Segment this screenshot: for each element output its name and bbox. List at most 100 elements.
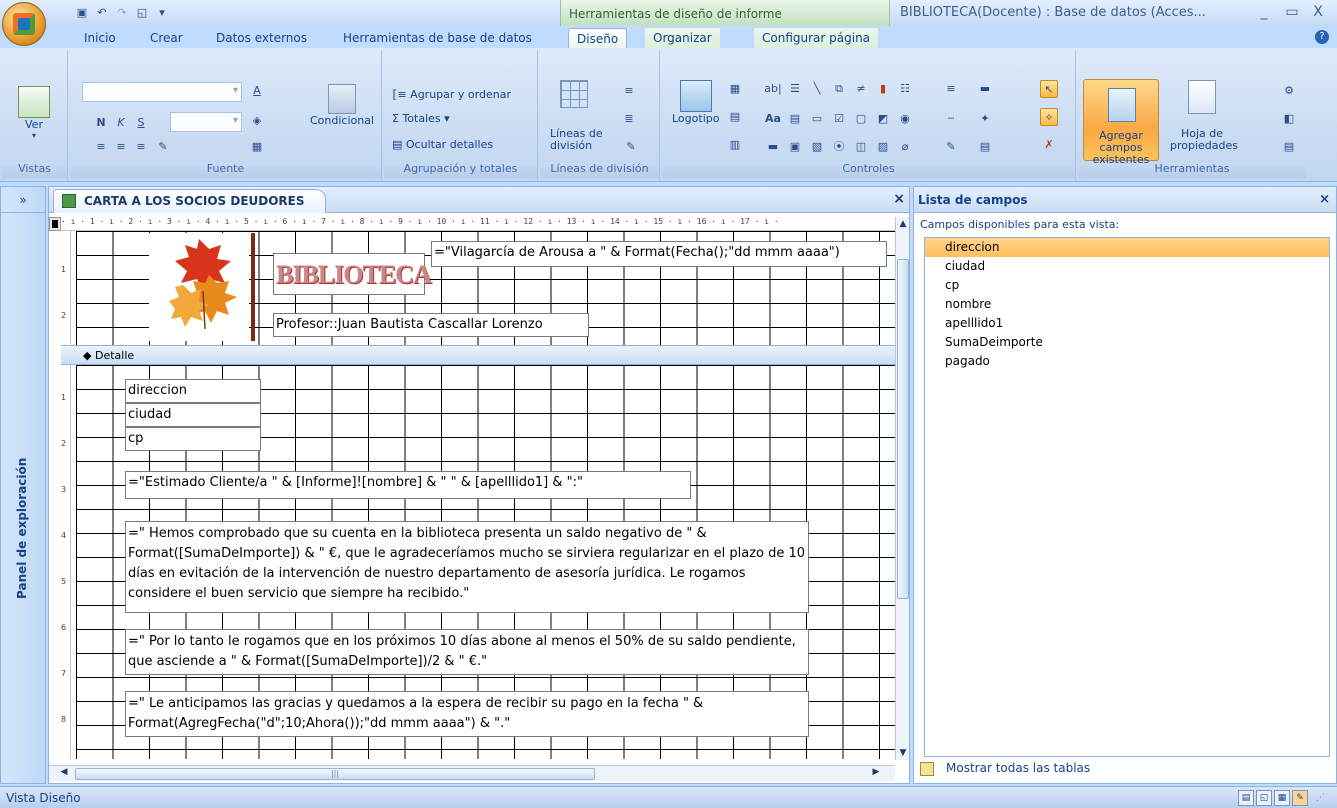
set-control-defaults-icon[interactable]: ▤: [976, 138, 994, 156]
checkbox-icon[interactable]: ☑: [830, 110, 848, 128]
listbox-icon[interactable]: ☰: [786, 80, 804, 98]
special-effect-icon[interactable]: ✦: [976, 110, 994, 128]
detalle-section-bar[interactable]: ◆ Detalle: [61, 345, 895, 365]
print-preview-icon[interactable]: ◱: [134, 6, 150, 20]
field-item-nombre[interactable]: nombre: [925, 295, 1329, 314]
direccion-textbox[interactable]: direccion: [125, 379, 261, 403]
rectangle-icon[interactable]: ▭: [808, 110, 826, 128]
frame-icon[interactable]: ▢: [852, 110, 870, 128]
date-time-icon[interactable]: ▤: [726, 108, 744, 126]
tab-diseno[interactable]: Diseño: [568, 28, 628, 48]
tab-order-icon[interactable]: ⚙: [1280, 82, 1298, 100]
horizontal-scrollbar[interactable]: ◀ ||| ▶: [49, 765, 895, 781]
activex-icon[interactable]: ✗: [1040, 136, 1058, 154]
gridlines-fill-icon[interactable]: ▦: [248, 138, 266, 156]
tab-organizar[interactable]: Organizar: [645, 28, 720, 48]
save-icon[interactable]: ▣: [74, 6, 90, 20]
field-item-cp[interactable]: cp: [925, 276, 1329, 295]
layout-view-icon[interactable]: ▦: [1274, 790, 1290, 806]
option-group-icon[interactable]: ▣: [786, 138, 804, 156]
profesor-label[interactable]: Profesor::Juan Bautista Cascallar Lorenz…: [273, 313, 589, 337]
select-pointer-icon[interactable]: ↖: [1040, 80, 1058, 98]
image-icon[interactable]: ◩: [874, 110, 892, 128]
scroll-thumb[interactable]: [897, 259, 909, 599]
field-item-pagado[interactable]: pagado: [925, 352, 1329, 371]
convert-macros-icon[interactable]: ▤: [1280, 138, 1298, 156]
page-number-icon[interactable]: ▦: [726, 80, 744, 98]
font-name-combo[interactable]: [82, 82, 242, 102]
hscroll-thumb[interactable]: |||: [75, 768, 595, 780]
close-window-button[interactable]: X: [1306, 4, 1330, 22]
ciudad-textbox[interactable]: ciudad: [125, 403, 261, 427]
undo-icon[interactable]: ↶: [94, 6, 110, 20]
align-left-icon[interactable]: ≡: [92, 138, 110, 156]
parrafo2-textbox[interactable]: =" Por lo tanto le rogamos que en los pr…: [125, 629, 809, 675]
bound-object-icon[interactable]: ▨: [874, 138, 892, 156]
design-view-button-icon[interactable]: ✎: [1292, 790, 1308, 806]
button-tool-icon[interactable]: ▬: [764, 138, 782, 156]
tab-configurar-pagina[interactable]: Configurar página: [754, 28, 879, 48]
ocultar-detalles-button[interactable]: ▤ Ocultar detalles: [392, 138, 493, 151]
combobox-icon[interactable]: ▤: [786, 110, 804, 128]
lineas-division-button[interactable]: Líneas de división: [550, 128, 603, 152]
report-view-icon[interactable]: ▤: [1238, 790, 1254, 806]
scroll-up-icon[interactable]: ▲: [896, 217, 910, 231]
underline-button[interactable]: S: [132, 114, 150, 132]
tab-crear[interactable]: Crear: [142, 28, 191, 48]
field-item-apellido1[interactable]: apelllido1: [925, 314, 1329, 333]
vertical-scrollbar[interactable]: ▲ ▼: [895, 217, 909, 760]
agrupar-button[interactable]: ⟦≡ Agrupar y ordenar: [392, 88, 511, 101]
close-field-list-button[interactable]: ×: [1319, 192, 1330, 207]
line-thickness-icon[interactable]: ≡: [942, 80, 960, 98]
tab-inicio[interactable]: Inicio: [76, 28, 124, 48]
office-button[interactable]: [2, 2, 46, 46]
hoja-propiedades-button[interactable]: Hoja de propiedades: [1170, 80, 1238, 152]
report-selector[interactable]: [49, 217, 61, 231]
hyperlink-icon[interactable]: ◉: [896, 110, 914, 128]
view-code-icon[interactable]: ◧: [1280, 110, 1298, 128]
customize-qat-icon[interactable]: ▾: [154, 6, 170, 20]
biblioteca-title-label[interactable]: BIBLIOTECA: [273, 253, 432, 295]
subform-icon[interactable]: ≠: [852, 80, 870, 98]
border-icon[interactable]: ▬: [976, 80, 994, 98]
agregar-campos-button[interactable]: Agregar campos existentes: [1083, 79, 1159, 166]
font-color-icon[interactable]: A: [248, 82, 266, 100]
control-wizard-icon[interactable]: ✧: [1040, 108, 1058, 126]
align-right-icon[interactable]: ≡: [132, 138, 150, 156]
scroll-right-icon[interactable]: ▶: [869, 767, 883, 781]
line-tool-icon[interactable]: ╲: [808, 80, 826, 98]
tab-herramientas-base-datos[interactable]: Herramientas de base de datos: [335, 28, 540, 48]
ver-button[interactable]: Ver ▾: [14, 86, 54, 140]
parrafo3-textbox[interactable]: =" Le anticipamos las gracias y quedamos…: [125, 691, 809, 737]
close-document-button[interactable]: ×: [893, 191, 905, 207]
tab-control-icon[interactable]: ⧉: [830, 80, 848, 98]
line-color-2-icon[interactable]: ✎: [942, 138, 960, 156]
toggle-button-icon[interactable]: ◫: [852, 138, 870, 156]
line-width-icon[interactable]: ≣: [620, 110, 638, 128]
document-tab[interactable]: CARTA A LOS SOCIOS DEUDORES: [53, 189, 326, 213]
align-center-icon[interactable]: ≡: [112, 138, 130, 156]
field-item-sumadeimporte[interactable]: SumaDeimporte: [925, 333, 1329, 352]
totales-button[interactable]: Σ Totales ▾: [392, 112, 450, 125]
resize-grip-icon[interactable]: ⋰: [1316, 793, 1325, 803]
nav-pane-label[interactable]: Panel de exploración: [15, 458, 29, 599]
format-painter-icon[interactable]: ✎: [154, 138, 172, 156]
field-item-direccion[interactable]: direccion: [925, 238, 1329, 257]
bold-button[interactable]: N: [92, 114, 110, 132]
title-icon[interactable]: ▥: [726, 136, 744, 154]
logotipo-button[interactable]: Logotipo: [672, 80, 719, 125]
cp-textbox[interactable]: cp: [125, 427, 261, 451]
gridlines-icon[interactable]: [560, 80, 588, 108]
minimize-button[interactable]: _: [1252, 4, 1276, 22]
maximize-button[interactable]: ▭: [1280, 4, 1304, 22]
attachment-icon[interactable]: ⌀: [896, 138, 914, 156]
field-item-ciudad[interactable]: ciudad: [925, 257, 1329, 276]
line-type-icon[interactable]: ┄: [942, 110, 960, 128]
label-tool-icon[interactable]: Aa: [764, 110, 782, 128]
tab-datos-externos[interactable]: Datos externos: [208, 28, 315, 48]
show-all-tables-link[interactable]: Mostrar todas las tablas: [920, 761, 1090, 776]
textbox-icon[interactable]: ab|: [764, 80, 782, 98]
nav-pane-toggle[interactable]: »: [1, 187, 45, 213]
scroll-down-icon[interactable]: ▼: [896, 746, 910, 760]
autumn-leaves-logo[interactable]: [169, 235, 239, 331]
